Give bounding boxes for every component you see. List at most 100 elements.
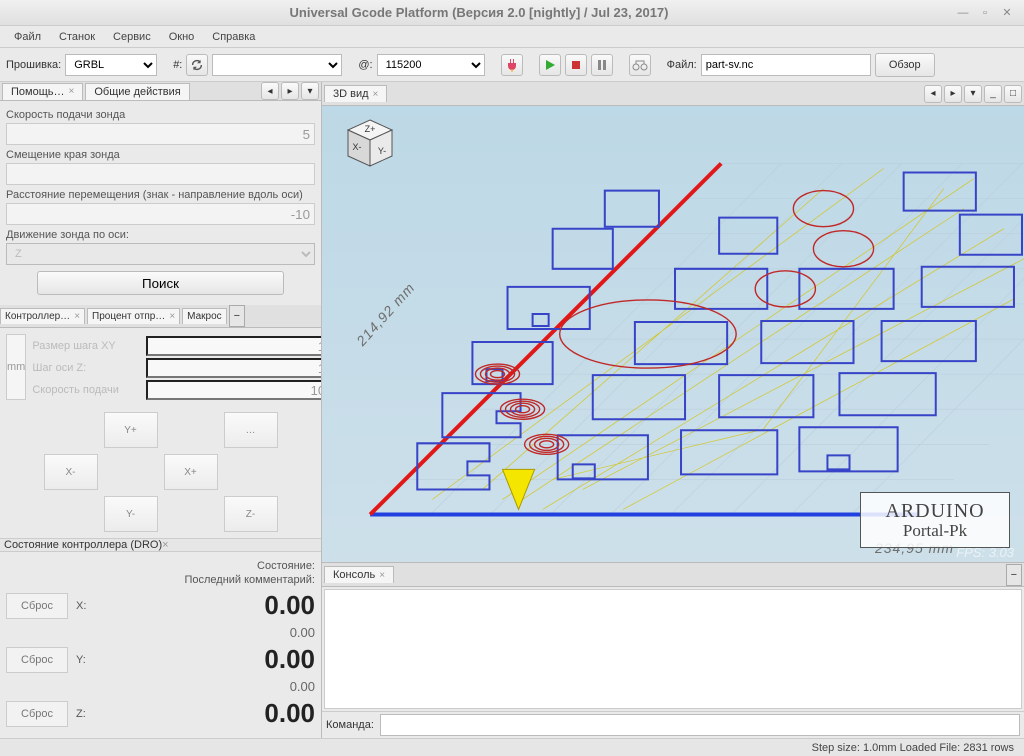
menu-help[interactable]: Справка [204, 29, 263, 45]
menu-service[interactable]: Сервис [105, 29, 159, 45]
jog-feed-input[interactable] [146, 380, 322, 400]
probe-axis-label: Движение зонда по оси: [6, 229, 315, 241]
tab-help[interactable]: Помощь…× [2, 83, 83, 100]
jog-feed-label: Скорость подачи [32, 384, 142, 396]
jog-y-plus-button[interactable]: Y+ [104, 412, 158, 448]
tab-controller[interactable]: Контроллер…× [0, 308, 85, 324]
tab-next-button[interactable]: ▸ [944, 85, 962, 103]
left-top-tabs: Помощь…× Общие действия ◂ ▸ ▾ [0, 82, 321, 101]
tab-menu-button[interactable]: ▾ [301, 82, 319, 100]
right-container: 3D вид× ◂ ▸ ▾ _ □ [322, 82, 1024, 738]
dro-z-value: 0.00 [102, 698, 315, 729]
probe-offset-input[interactable] [6, 163, 315, 185]
tab-dropdown-button[interactable]: ▾ [964, 85, 982, 103]
file-label: Файл: [667, 59, 697, 71]
step-xy-input[interactable] [146, 336, 322, 356]
panel-collapse-button[interactable]: − [229, 305, 245, 327]
left-panel: Помощь…× Общие действия ◂ ▸ ▾ Скорость п… [0, 82, 322, 738]
svg-text:Z+: Z+ [365, 124, 376, 134]
menu-bar: Файл Станок Сервис Окно Справка [0, 26, 1024, 48]
probe-offset-label: Смещение края зонда [6, 149, 315, 161]
console-collapse-button[interactable]: − [1006, 564, 1022, 586]
probe-distance-input[interactable] [6, 203, 315, 225]
dro-header: Состояние контроллера (DRO) × [0, 538, 321, 552]
jog-dots-button[interactable]: … [224, 412, 278, 448]
jog-y-minus-button[interactable]: Y- [104, 496, 158, 532]
window-title: Universal Gcode Platform (Версия 2.0 [ni… [8, 5, 950, 20]
menu-file[interactable]: Файл [6, 29, 49, 45]
browse-button[interactable]: Обзор [875, 53, 935, 77]
dro-title: Состояние контроллера (DRO) [4, 539, 162, 551]
tab-actions[interactable]: Общие действия [85, 83, 189, 100]
console-output[interactable] [324, 589, 1022, 709]
probe-axis-select[interactable]: Z [6, 243, 315, 265]
3d-viewport[interactable]: Z+ X- Y- 214,92 mm 234,95 mm FPS: 3.03 A… [322, 106, 1024, 562]
command-label: Команда: [326, 719, 374, 731]
menu-machine[interactable]: Станок [51, 29, 103, 45]
close-icon[interactable]: × [69, 86, 75, 97]
close-icon[interactable]: ✕ [998, 4, 1016, 22]
dro-reset-y-button[interactable]: Сброс [6, 647, 68, 673]
dro-y-value: 0.00 [102, 644, 315, 675]
menu-window[interactable]: Окно [161, 29, 203, 45]
play-button[interactable] [539, 54, 561, 76]
file-input[interactable] [701, 54, 871, 76]
close-icon[interactable]: × [74, 311, 80, 322]
dro-comment-label: Последний комментарий: [184, 574, 315, 586]
dro-y-sub-value: 0.00 [6, 679, 315, 694]
tab-next-button[interactable]: ▸ [281, 82, 299, 100]
jog-panel: mm Размер шага XY Шаг оси Z: Скорость по… [0, 328, 321, 538]
control-tabs: Контроллер…× Процент отпр…× Макрос − [0, 305, 321, 328]
close-icon[interactable]: × [162, 539, 168, 551]
step-z-input[interactable] [146, 358, 322, 378]
console-panel: Консоль× − Команда: [322, 562, 1024, 738]
probe-speed-label: Скорость подачи зонда [6, 109, 315, 121]
stop-button[interactable] [565, 54, 587, 76]
svg-text:Y-: Y- [378, 146, 386, 156]
tab-prev-button[interactable]: ◂ [924, 85, 942, 103]
baud-select[interactable]: 115200 [377, 54, 485, 76]
maximize-icon[interactable]: ▫ [976, 4, 994, 22]
minimize-icon[interactable]: — [954, 4, 972, 22]
stop-icon [569, 58, 583, 72]
connect-button[interactable] [501, 54, 523, 76]
pendant-icon [631, 58, 649, 72]
play-icon [543, 58, 557, 72]
close-icon[interactable]: × [169, 311, 175, 322]
tab-sent-percent[interactable]: Процент отпр…× [87, 308, 180, 324]
tab-console[interactable]: Консоль× [324, 566, 394, 583]
dro-axis-y-label: Y: [76, 654, 94, 666]
jog-z-minus-button[interactable]: Z- [224, 496, 278, 532]
tab-minimize-button[interactable]: _ [984, 85, 1002, 103]
jog-unit-toggle[interactable]: mm [6, 334, 26, 400]
svg-text:X-: X- [353, 142, 362, 152]
pendant-button[interactable] [629, 54, 651, 76]
dro-x-sub-value: 0.00 [6, 625, 315, 640]
jog-x-plus-button[interactable]: X+ [164, 454, 218, 490]
command-input[interactable] [380, 714, 1020, 736]
axis-cube[interactable]: Z+ X- Y- [342, 116, 398, 172]
tab-macro[interactable]: Макрос [182, 308, 227, 324]
pause-button[interactable] [591, 54, 613, 76]
status-bar: Step size: 1.0mm Loaded File: 2831 rows [0, 738, 1024, 756]
firmware-select[interactable]: GRBL [65, 54, 157, 76]
dro-axis-z-label: Z: [76, 708, 94, 720]
pause-icon [595, 58, 609, 72]
refresh-button[interactable] [186, 54, 208, 76]
tab-prev-button[interactable]: ◂ [261, 82, 279, 100]
probe-speed-input[interactable] [6, 123, 315, 145]
dro-reset-z-button[interactable]: Сброс [6, 701, 68, 727]
close-icon[interactable]: × [379, 570, 385, 581]
dro-state-label: Состояние: [257, 560, 315, 572]
dro-panel: Состояние: Последний комментарий: Сброс … [0, 552, 321, 738]
close-icon[interactable]: × [373, 89, 379, 100]
toolbar: Прошивка: GRBL #: @: 115200 Файл: Обзор [0, 48, 1024, 82]
port-select[interactable] [212, 54, 342, 76]
tab-maximize-button[interactable]: □ [1004, 85, 1022, 103]
tab-3d-view[interactable]: 3D вид× [324, 85, 387, 102]
plug-icon [504, 57, 520, 73]
dro-reset-x-button[interactable]: Сброс [6, 593, 68, 619]
jog-x-minus-button[interactable]: X- [44, 454, 98, 490]
probe-search-button[interactable]: Поиск [37, 271, 284, 295]
probe-distance-label: Расстояние перемещения (знак - направлен… [6, 189, 315, 201]
